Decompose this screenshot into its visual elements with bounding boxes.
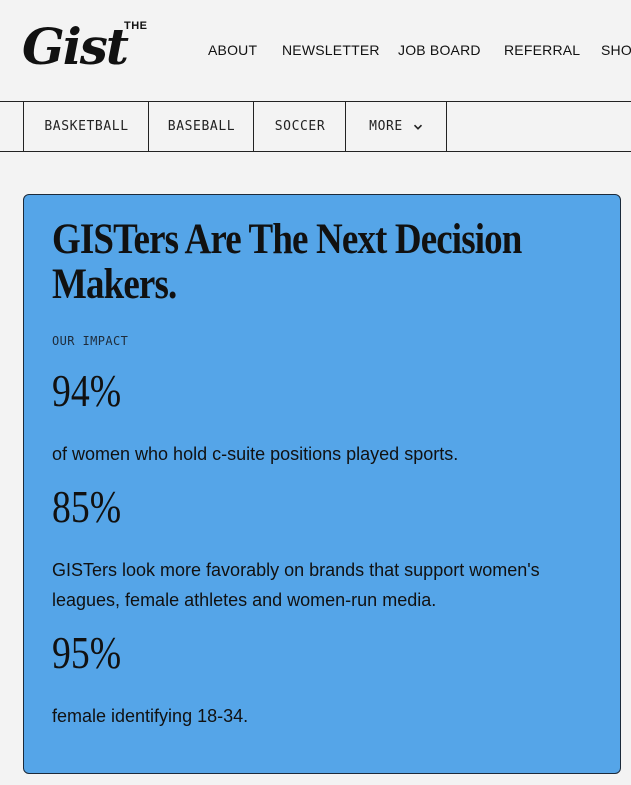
tab-label: SOCCER — [274, 119, 326, 134]
nav-referral[interactable]: REFERRAL — [504, 42, 580, 58]
tab-baseball[interactable]: BASEBALL — [148, 102, 254, 151]
impact-card: GISTers Are The Next Decision Makers. OU… — [23, 194, 621, 774]
nav-about[interactable]: ABOUT — [208, 42, 257, 58]
site-header: Gist THE ABOUT NEWSLETTER JOB BOARD REFE… — [0, 0, 631, 101]
card-title: GISTers Are The Next Decision Makers. — [52, 216, 522, 308]
tab-label: BASEBALL — [167, 119, 236, 134]
our-impact-label: OUR IMPACT — [52, 334, 129, 348]
tab-basketball[interactable]: BASKETBALL — [23, 102, 149, 151]
stat-value: 85% — [52, 481, 122, 532]
sport-tabs: BASKETBALL BASEBALL SOCCER MORE — [0, 101, 631, 152]
stat-value: 94% — [52, 365, 122, 416]
logo-the: THE — [124, 20, 148, 32]
tab-label: BASKETBALL — [44, 119, 129, 134]
the-gist-logo[interactable]: Gist THE — [22, 18, 167, 76]
stat-value: 95% — [52, 627, 122, 678]
nav-job-board[interactable]: JOB BOARD — [398, 42, 481, 58]
stat-description: GISTers look more favorably on brands th… — [52, 560, 540, 610]
logo-wordmark: Gist — [22, 17, 129, 76]
chevron-down-icon — [413, 124, 422, 130]
nav-newsletter[interactable]: NEWSLETTER — [282, 42, 380, 58]
tab-soccer[interactable]: SOCCER — [253, 102, 346, 151]
stat-description: of women who hold c-suite positions play… — [52, 444, 459, 464]
nav-shop[interactable]: SHO — [601, 42, 631, 58]
stat-description: female identifying 18-34. — [52, 706, 249, 726]
tab-more[interactable]: MORE — [345, 102, 447, 151]
tab-label: MORE — [369, 119, 403, 134]
